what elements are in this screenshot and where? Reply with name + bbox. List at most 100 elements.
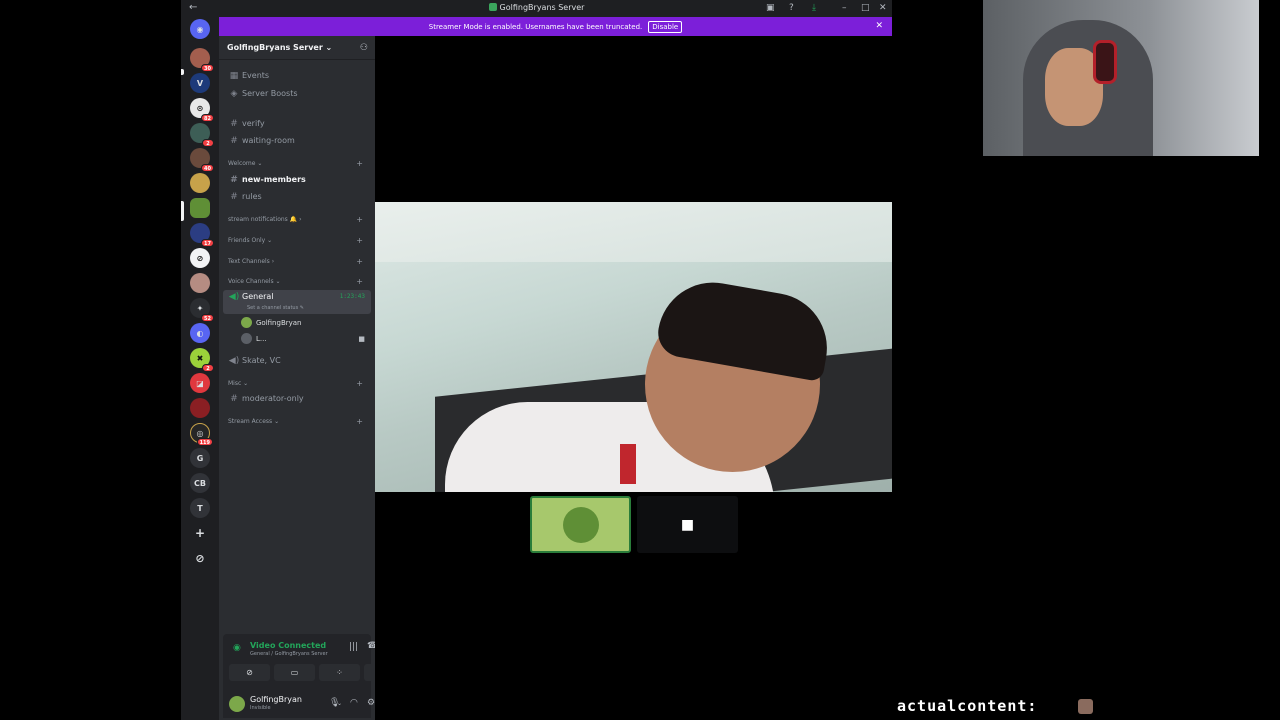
voice-channel-skate[interactable]: ◀) Skate, VC bbox=[223, 353, 371, 368]
add-channel-icon[interactable]: + bbox=[356, 215, 363, 224]
video-icon: ■ bbox=[358, 334, 365, 343]
server-icon-4[interactable]: 2 bbox=[190, 123, 214, 147]
channel-waiting-room[interactable]: # waiting-room bbox=[223, 133, 371, 148]
headphones-icon[interactable]: ◠ bbox=[350, 698, 358, 708]
disable-button[interactable]: Disable bbox=[648, 20, 683, 33]
category-label: Welcome ⌄ bbox=[228, 160, 263, 167]
channel-label: moderator-only bbox=[242, 394, 304, 403]
share-screen-button[interactable]: ▭ bbox=[274, 664, 315, 681]
events-item[interactable]: ▦ Events bbox=[223, 68, 371, 83]
server-icon-6[interactable] bbox=[190, 173, 210, 193]
server-icon-15[interactable] bbox=[190, 398, 210, 418]
chevron-down-icon[interactable]: ⌄ bbox=[337, 700, 342, 707]
server-icon-2[interactable]: V bbox=[190, 73, 210, 93]
channel-rules[interactable]: # rules bbox=[223, 189, 371, 204]
active-pill bbox=[181, 201, 184, 221]
main-video-feed[interactable] bbox=[375, 202, 892, 492]
user-name[interactable]: GolfingBryan bbox=[250, 695, 302, 704]
add-server-icon[interactable]: + bbox=[190, 523, 210, 543]
category-stream-access[interactable]: Stream Access ⌄ + bbox=[223, 417, 371, 429]
download-icon[interactable]: ⤓ bbox=[812, 3, 816, 13]
server-icon-t[interactable]: T bbox=[190, 498, 210, 518]
server-icon-10[interactable] bbox=[190, 273, 210, 293]
activities-icon: ⁘ bbox=[336, 668, 343, 677]
server-icon-g[interactable]: G bbox=[190, 448, 210, 468]
add-channel-icon[interactable]: + bbox=[356, 277, 363, 286]
category-voice-channels[interactable]: Voice Channels ⌄ + bbox=[223, 277, 371, 289]
category-stream-notifications[interactable]: stream notifications 🔔 › + bbox=[223, 215, 371, 227]
server-icon-14[interactable]: ◪ bbox=[190, 373, 210, 393]
server-boosts-item[interactable]: ◈ Server Boosts bbox=[223, 86, 371, 101]
voice-member-2[interactable]: L... ■ bbox=[241, 332, 369, 345]
user-avatar[interactable] bbox=[229, 696, 245, 712]
voice-channel-label: Skate, VC bbox=[242, 356, 281, 365]
close-icon[interactable]: ✕ bbox=[879, 3, 887, 13]
discord-home-icon[interactable]: ◉ bbox=[190, 19, 210, 39]
events-label: Events bbox=[242, 71, 270, 80]
channel-moderator-only[interactable]: # moderator-only bbox=[223, 391, 371, 406]
mention-badge: 40 bbox=[201, 164, 214, 172]
hash-icon: # bbox=[230, 174, 238, 185]
hash-icon: # bbox=[230, 393, 238, 404]
mention-badge: 17 bbox=[201, 239, 214, 247]
help-icon[interactable]: ? bbox=[789, 3, 794, 13]
hash-icon: # bbox=[230, 191, 238, 202]
video-ceiling bbox=[375, 202, 892, 262]
server-icon-8[interactable]: 17 bbox=[190, 223, 214, 247]
invite-people-icon[interactable]: ⚇ bbox=[360, 43, 368, 53]
category-friends-only[interactable]: Friends Only ⌄ + bbox=[223, 236, 371, 248]
activities-button[interactable]: ⁘ bbox=[319, 664, 360, 681]
noise-suppression-icon[interactable]: ||| bbox=[349, 642, 358, 652]
server-rail: ◉ 30 V ⊙ 82 2 40 17 ⊘ ✦ 52 ◐ ✖ 2 ◪ ◎ 119 G C… bbox=[181, 17, 219, 720]
server-icon-3[interactable]: ⊙ 82 bbox=[190, 98, 214, 122]
add-channel-icon[interactable]: + bbox=[356, 417, 363, 426]
maximize-icon[interactable]: □ bbox=[861, 3, 870, 13]
category-label: Voice Channels ⌄ bbox=[228, 278, 281, 285]
video-call-area: ■ bbox=[375, 36, 892, 720]
server-icon-13[interactable]: ✖ 2 bbox=[190, 348, 214, 372]
title-bar: ← GolfingBryans Server ▣ ? ⤓ – □ ✕ bbox=[181, 0, 892, 17]
server-icon-5[interactable]: 40 bbox=[190, 148, 214, 172]
server-name: GolfingBryans Server ⌄ bbox=[227, 43, 333, 52]
server-icon-11[interactable]: ✦ 52 bbox=[190, 298, 214, 322]
add-channel-icon[interactable]: + bbox=[356, 379, 363, 388]
category-misc[interactable]: Misc ⌄ + bbox=[223, 379, 371, 391]
server-header[interactable]: GolfingBryans Server ⌄ ⚇ bbox=[219, 36, 375, 60]
overlay-avatar bbox=[1078, 699, 1093, 714]
channel-label: new-members bbox=[242, 175, 306, 184]
add-channel-icon[interactable]: + bbox=[356, 257, 363, 266]
participant-tile-self[interactable] bbox=[530, 496, 631, 553]
hash-icon: # bbox=[230, 118, 238, 129]
screen-icon[interactable]: ▣ bbox=[766, 3, 775, 13]
signal-icon[interactable]: ◉ bbox=[233, 643, 241, 653]
voice-channel-general[interactable]: ◀) General 1:23:43 Set a channel status … bbox=[223, 290, 371, 314]
server-icon-12[interactable]: ◐ bbox=[190, 323, 210, 343]
discover-icon[interactable]: ⊘ bbox=[190, 548, 210, 568]
unread-pill bbox=[181, 69, 184, 75]
video-collar bbox=[620, 444, 636, 484]
voice-member-golfingbryan[interactable]: GolfingBryan bbox=[241, 316, 369, 329]
channel-status-prompt[interactable]: Set a channel status ✎ bbox=[247, 305, 304, 311]
category-welcome[interactable]: Welcome ⌄ + bbox=[223, 159, 371, 171]
channel-verify[interactable]: # verify bbox=[223, 116, 371, 131]
banner-close-icon[interactable]: ✕ bbox=[875, 21, 883, 31]
server-icon-golfingbryans[interactable] bbox=[190, 198, 210, 218]
server-icon-cb[interactable]: CB bbox=[190, 473, 210, 493]
channel-new-members[interactable]: # new-members bbox=[223, 172, 371, 187]
avatar bbox=[241, 317, 252, 328]
category-label: stream notifications 🔔 › bbox=[228, 216, 302, 223]
camera-off-button[interactable]: ⊘ bbox=[229, 664, 270, 681]
minimize-icon[interactable]: – bbox=[842, 3, 847, 13]
participant-tile-camera[interactable]: ■ bbox=[637, 496, 738, 553]
add-channel-icon[interactable]: + bbox=[356, 159, 363, 168]
add-channel-icon[interactable]: + bbox=[356, 236, 363, 245]
channel-label: waiting-room bbox=[242, 136, 295, 145]
window-title: GolfingBryans Server bbox=[181, 3, 892, 12]
voice-status-title[interactable]: Video Connected bbox=[250, 641, 326, 650]
settings-gear-icon[interactable]: ⚙ bbox=[367, 698, 375, 708]
server-icon-16[interactable]: ◎ 119 bbox=[190, 423, 213, 446]
server-icon-9[interactable]: ⊘ bbox=[190, 248, 210, 268]
participant-avatar bbox=[562, 506, 599, 543]
server-icon-1[interactable]: 30 bbox=[190, 48, 214, 72]
category-text-channels[interactable]: Text Channels › + bbox=[223, 257, 371, 269]
